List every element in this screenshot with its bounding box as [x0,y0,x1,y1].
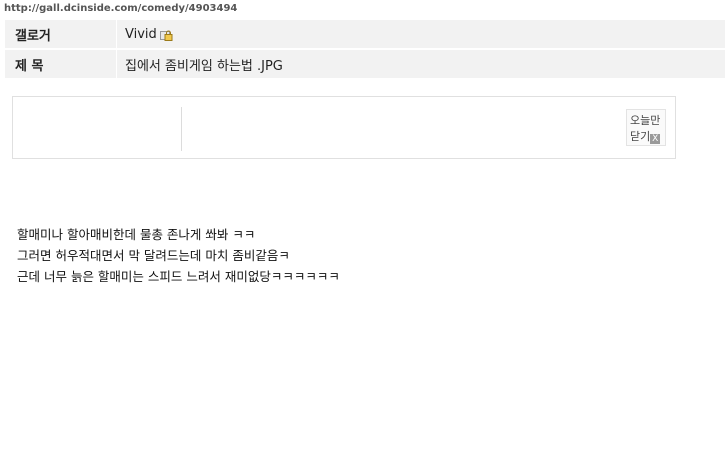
close-icon[interactable]: X [650,134,661,144]
title-row: 제 목 집에서 좀비게임 하는법 .JPG [5,50,725,78]
url-text: http://gall.dcinside.com/comedy/4903494 [4,3,238,14]
body-line: 근데 너무 늙은 할매미는 스피드 느려서 재미없당ㅋㅋㅋㅋㅋㅋ [17,269,340,284]
notice-divider [181,107,182,151]
close-today-button[interactable]: 오늘만 닫기 X [626,109,666,146]
body-line: 할매미나 할아매비한데 물총 존나게 쏴봐 ㅋㅋ [17,227,256,242]
notice-box: 오늘만 닫기 X [12,96,676,159]
body-line: 그러면 허우적대면서 막 달려드는데 마치 좀비같음ㅋ [17,248,290,263]
post-body: 할매미나 할아매비한데 물총 존나게 쏴봐 ㅋㅋ 그러면 허우적대면서 막 달려… [17,224,340,287]
notice-image-area [13,97,181,160]
post-title: 집에서 좀비게임 하는법 .JPG [125,58,283,74]
gallog-lock-icon[interactable] [159,30,173,41]
author-label: 갤로거 [15,28,51,44]
author-value-cell: Vivid [117,27,725,42]
post-info-table: 갤로거 Vivid 제 목 집에서 좀비게임 하는법 .JPG [5,20,725,80]
close-today-label: 오늘만 [630,114,661,127]
author-row: 갤로거 Vivid [5,20,725,48]
author-name[interactable]: Vivid [125,27,157,42]
close-label: 닫기 [630,130,651,143]
title-label: 제 목 [15,58,44,74]
